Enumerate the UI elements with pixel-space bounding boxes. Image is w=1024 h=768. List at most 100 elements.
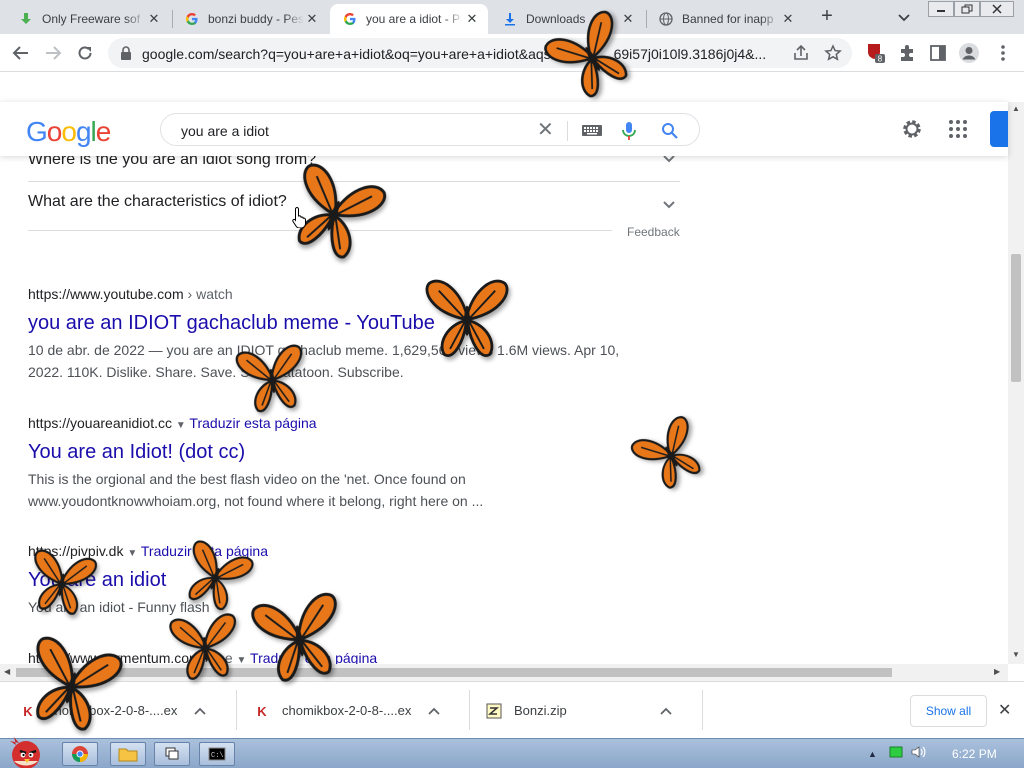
network-icon[interactable] xyxy=(889,745,903,764)
download-arrow-icon xyxy=(18,11,34,27)
tab-title: you are a idiot - P xyxy=(366,12,461,26)
forward-icon[interactable] xyxy=(42,42,64,64)
chevron-up-icon[interactable] xyxy=(660,703,676,718)
chevron-up-icon[interactable] xyxy=(194,703,210,718)
hand-cursor-icon xyxy=(292,206,308,233)
download-icon xyxy=(502,11,518,27)
tab-strip: Only Freeware sof ✕ bonzi buddy - Pes ✕ … xyxy=(0,0,1024,34)
keyboard-icon[interactable] xyxy=(581,123,603,143)
angry-bird-start-icon[interactable] xyxy=(2,731,50,768)
screen: Only Freeware sof ✕ bonzi buddy - Pes ✕ … xyxy=(0,0,1024,768)
tray-expand-icon[interactable]: ▲ xyxy=(868,749,877,759)
scroll-right-icon[interactable]: ▶ xyxy=(994,667,1000,676)
profile-avatar-icon[interactable] xyxy=(958,42,980,64)
zip-file-icon xyxy=(486,703,502,719)
close-icon[interactable]: ✕ xyxy=(146,11,162,27)
download-filename: Bonzi.zip xyxy=(514,703,567,718)
settings-gear-icon[interactable] xyxy=(900,117,924,146)
scroll-down-icon[interactable]: ▼ xyxy=(1012,650,1020,659)
chomikbox-icon: K xyxy=(254,703,270,719)
butterfly-icon xyxy=(146,602,263,689)
url-text: google.com/search?q=you+are+a+idiot&oq=y… xyxy=(142,46,767,62)
address-bar[interactable]: google.com/search?q=you+are+a+idiot&oq=y… xyxy=(108,38,852,68)
download-separator xyxy=(702,690,703,730)
chevron-down-icon[interactable] xyxy=(662,197,676,213)
google-header: Google you are a idiot ✕ xyxy=(0,102,1008,156)
volume-icon[interactable] xyxy=(911,745,927,764)
clear-icon[interactable]: ✕ xyxy=(537,120,554,140)
search-input[interactable]: you are a idiot xyxy=(181,123,269,139)
result-cite: https://youareanidiot.cc ▼ Traduzir esta… xyxy=(28,415,317,431)
tab-you-are-a-idiot[interactable]: you are a idiot - P ✕ xyxy=(330,4,488,34)
tab-title: Only Freeware sof xyxy=(42,12,141,26)
chevron-down-icon[interactable] xyxy=(662,156,676,167)
google-logo[interactable]: Google xyxy=(26,116,111,148)
download-separator xyxy=(469,690,470,730)
result-title[interactable]: you are an IDIOT gachaclub meme - YouTub… xyxy=(28,312,435,335)
download-filename: chomikbox-2-0-8-....exe xyxy=(282,703,412,718)
menu-kebab-icon[interactable] xyxy=(992,42,1014,64)
extension-shield-icon[interactable]: 8 xyxy=(864,42,886,64)
reload-icon[interactable] xyxy=(74,42,96,64)
show-all-button[interactable]: Show all xyxy=(910,695,987,727)
taskbar: C:\ ▲ 6:22 PM xyxy=(0,737,1024,768)
scroll-up-icon[interactable]: ▲ xyxy=(1012,104,1020,113)
side-panel-icon[interactable] xyxy=(927,42,949,64)
scroll-left-icon[interactable]: ◀ xyxy=(4,667,10,676)
back-icon[interactable] xyxy=(10,42,32,64)
chevron-up-icon[interactable] xyxy=(428,703,444,718)
search-box[interactable]: you are a idiot ✕ xyxy=(160,113,700,146)
tab-only-freeware[interactable]: Only Freeware sof ✕ xyxy=(6,4,170,34)
bookmark-star-icon[interactable] xyxy=(824,44,842,67)
share-icon[interactable] xyxy=(792,44,810,67)
download-separator xyxy=(236,690,237,730)
restore-button[interactable] xyxy=(954,1,980,17)
tab-search-icon[interactable] xyxy=(894,8,914,26)
svg-text:C:\: C:\ xyxy=(211,752,224,760)
close-shelf-icon[interactable]: ✕ xyxy=(998,700,1011,720)
microphone-icon[interactable] xyxy=(621,121,637,146)
extensions-puzzle-icon[interactable] xyxy=(896,42,918,64)
globe-icon xyxy=(658,11,674,27)
svg-text:K: K xyxy=(257,704,267,719)
faq-question: What are the characteristics of idiot? xyxy=(28,193,287,210)
search-divider xyxy=(567,121,568,141)
result-cite: https://www.youtube.com › watch xyxy=(28,286,233,302)
tab-banned[interactable]: Banned for inapp ✕ xyxy=(646,4,804,34)
new-tab-button[interactable]: + xyxy=(816,6,838,28)
minimize-button[interactable] xyxy=(928,1,954,17)
search-icon[interactable] xyxy=(661,122,679,145)
taskbar-chrome-button[interactable] xyxy=(62,742,98,766)
taskbar-window-button[interactable] xyxy=(154,742,190,766)
taskbar-explorer-button[interactable] xyxy=(110,742,146,766)
scrollbar-thumb[interactable] xyxy=(16,668,892,677)
sign-in-button[interactable] xyxy=(990,111,1008,147)
tab-title: bonzi buddy - Pes xyxy=(208,12,304,26)
close-icon[interactable]: ✕ xyxy=(464,11,480,27)
faq-question: Where is the you are an idiot song from? xyxy=(28,156,317,168)
result-snippet: This is the orgional and the best flash … xyxy=(28,471,484,509)
google-apps-icon[interactable] xyxy=(948,119,968,144)
result-title[interactable]: You are an Idiot! (dot cc) xyxy=(28,441,245,464)
browser-toolbar: google.com/search?q=you+are+a+idiot&oq=y… xyxy=(0,34,1024,72)
feedback-link[interactable]: Feedback xyxy=(627,225,680,239)
google-icon xyxy=(342,11,358,27)
butterfly-icon xyxy=(414,270,520,364)
vertical-scrollbar[interactable]: ▲ ▼ xyxy=(1008,102,1024,664)
system-tray: ▲ xyxy=(860,741,1024,767)
page-top-area xyxy=(0,72,1024,102)
butterfly-icon xyxy=(211,333,332,424)
download-item[interactable]: Bonzi.zip xyxy=(486,682,676,739)
close-icon[interactable]: ✕ xyxy=(304,11,320,27)
google-icon xyxy=(184,11,200,27)
close-window-button[interactable] xyxy=(980,1,1014,17)
extension-badge: 8 xyxy=(878,55,883,64)
scrollbar-thumb[interactable] xyxy=(1011,254,1021,382)
clock[interactable]: 6:22 PM xyxy=(952,747,997,761)
lock-icon[interactable] xyxy=(120,46,132,60)
tab-bonzi-buddy[interactable]: bonzi buddy - Pes ✕ xyxy=(172,4,328,34)
tab-title: Banned for inapp xyxy=(682,12,774,26)
search-results: Where is the you are an idiot song from?… xyxy=(0,156,1008,664)
close-icon[interactable]: ✕ xyxy=(780,11,796,27)
taskbar-cmd-button[interactable]: C:\ xyxy=(199,742,235,766)
